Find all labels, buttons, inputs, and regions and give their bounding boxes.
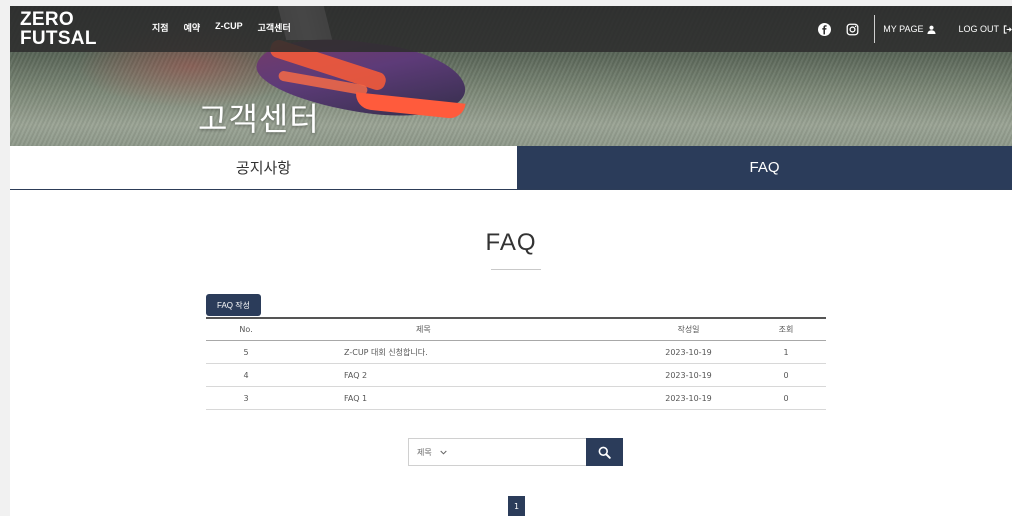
logo-line: ZERO xyxy=(20,9,74,30)
faq-write-button[interactable]: FAQ 작성 xyxy=(206,294,261,316)
search-bar: 제목 xyxy=(408,438,623,466)
nav-divider xyxy=(874,15,876,43)
cell-date: 2023-10-19 xyxy=(665,370,712,380)
title-divider xyxy=(491,269,541,270)
page: ZERO FUTSAL 지점 예약 Z-CUP 고객센터 MY PAGE LOG… xyxy=(10,6,1012,516)
logo-line: FUTSAL xyxy=(20,28,97,49)
table-row[interactable]: 4 FAQ 2 2023-10-19 0 xyxy=(206,364,826,387)
chevron-down-icon xyxy=(440,450,447,455)
table-row[interactable]: 5 Z-CUP 대회 신청합니다. 2023-10-19 1 xyxy=(206,341,826,364)
sign-out-icon xyxy=(1003,24,1012,34)
board-tabs: 공지사항 FAQ xyxy=(10,146,1012,190)
header-date: 작성일 xyxy=(677,325,700,334)
search-icon xyxy=(598,446,611,459)
header-title: 제목 xyxy=(416,325,431,334)
section-title: FAQ xyxy=(485,229,537,256)
log-out-label: LOG OUT xyxy=(958,24,999,34)
my-page-link[interactable]: MY PAGE xyxy=(883,24,937,34)
main-menu: 지점 예약 Z-CUP 고객센터 xyxy=(152,21,291,34)
cell-no: 3 xyxy=(243,393,249,403)
hero-title: 고객센터 xyxy=(198,100,320,138)
cell-date: 2023-10-19 xyxy=(665,393,712,403)
log-out-link[interactable]: LOG OUT xyxy=(958,24,1012,34)
faq-table: No. 제목 작성일 조회 5 Z-CUP 대회 신청합니다. 2023-10-… xyxy=(206,317,826,410)
search-field-select[interactable]: 제목 xyxy=(408,438,586,466)
cell-views: 1 xyxy=(783,347,789,357)
hero-banner: ZERO FUTSAL 지점 예약 Z-CUP 고객센터 MY PAGE LOG… xyxy=(10,6,1012,146)
nav-right: MY PAGE LOG OUT xyxy=(804,6,1012,52)
tab-notice[interactable]: 공지사항 xyxy=(10,146,517,189)
table-header-row: No. 제목 작성일 조회 xyxy=(206,319,826,341)
menu-item-reservation[interactable]: 예약 xyxy=(184,21,201,34)
search-field-selected: 제목 xyxy=(417,447,432,457)
instagram-icon[interactable] xyxy=(844,21,860,37)
menu-item-branch[interactable]: 지점 xyxy=(152,21,169,34)
search-button[interactable] xyxy=(586,438,623,466)
header-views: 조회 xyxy=(778,325,794,334)
cell-title-link[interactable]: FAQ 2 xyxy=(286,371,631,380)
tab-faq[interactable]: FAQ xyxy=(517,146,1012,189)
menu-item-zcup[interactable]: Z-CUP xyxy=(215,21,243,34)
site-logo[interactable]: ZERO FUTSAL xyxy=(20,10,97,48)
my-page-label: MY PAGE xyxy=(883,24,924,34)
user-icon xyxy=(927,25,937,34)
cell-date: 2023-10-19 xyxy=(665,347,712,357)
cell-no: 4 xyxy=(243,370,249,380)
header-no: No. xyxy=(239,325,253,334)
page-number-current[interactable]: 1 xyxy=(508,496,525,516)
table-row[interactable]: 3 FAQ 1 2023-10-19 0 xyxy=(206,387,826,410)
cell-views: 0 xyxy=(783,370,789,380)
menu-item-customer-center[interactable]: 고객센터 xyxy=(258,21,291,34)
cell-views: 0 xyxy=(783,393,789,403)
cell-title-link[interactable]: FAQ 1 xyxy=(286,394,631,403)
navbar: ZERO FUTSAL 지점 예약 Z-CUP 고객센터 MY PAGE LOG… xyxy=(10,6,1012,52)
cell-title-link[interactable]: Z-CUP 대회 신청합니다. xyxy=(286,347,631,358)
cell-no: 5 xyxy=(243,347,249,357)
pagination: 1 xyxy=(508,496,525,516)
facebook-icon[interactable] xyxy=(816,21,832,37)
